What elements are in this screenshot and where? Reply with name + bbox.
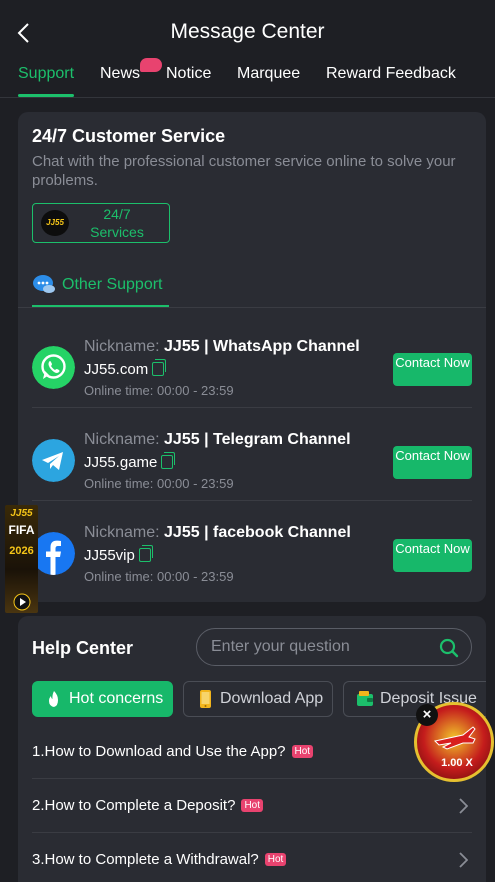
banner-logo-text: JJ55 xyxy=(10,508,33,519)
contact-account: JJ55.com xyxy=(84,359,167,378)
contact-now-button[interactable]: Contact Now xyxy=(393,446,472,479)
faq-question: 2.How to Complete a Deposit? Hot xyxy=(32,797,263,814)
faq-question: 3.How to Complete a Withdrawal? Hot xyxy=(32,851,287,868)
multiplier-text: 1.00 X xyxy=(441,757,473,769)
help-center-title: Help Center xyxy=(32,638,134,658)
play-icon xyxy=(13,593,31,611)
services-button-label: 24/7 Services xyxy=(90,206,144,240)
banner-fifa-text: FIFA xyxy=(8,523,35,537)
contact-now-button[interactable]: Contact Now xyxy=(393,353,472,386)
chip-download-app[interactable]: Download App xyxy=(183,681,333,717)
search-icon[interactable] xyxy=(439,638,459,658)
help-search xyxy=(196,628,472,666)
hot-badge: Hot xyxy=(241,799,263,812)
contact-nickname: Nickname: JJ55 | Telegram Channel xyxy=(84,431,351,448)
faq-item[interactable]: 2.How to Complete a Deposit? Hot xyxy=(32,779,472,833)
jj55-logo: JJ55 xyxy=(41,210,69,236)
copy-icon[interactable] xyxy=(161,452,176,469)
divider xyxy=(18,307,486,308)
facebook-icon xyxy=(32,532,75,575)
tab-bar: Support News Notice Marquee Reward Feedb… xyxy=(0,60,495,98)
header: Message Center xyxy=(0,0,495,64)
search-input[interactable] xyxy=(211,637,431,657)
contact-nickname: Nickname: JJ55 | WhatsApp Channel xyxy=(84,338,360,355)
online-time: Online time: 00:00 - 23:59 xyxy=(84,383,234,398)
copy-icon[interactable] xyxy=(152,359,167,376)
banner-year-text: 2026 xyxy=(9,545,34,557)
news-notification-badge xyxy=(140,58,162,72)
fifa-promo-banner[interactable]: JJ55 FIFA 2026 xyxy=(5,505,38,613)
faq-question: 1.How to Download and Use the App? Hot xyxy=(32,743,314,760)
chip-hot-concerns[interactable]: Hot concerns xyxy=(32,681,173,717)
tab-support[interactable]: Support xyxy=(18,65,74,83)
online-time: Online time: 00:00 - 23:59 xyxy=(84,569,234,584)
services-247-button[interactable]: JJ55 24/7 Services xyxy=(32,203,170,243)
chevron-right-icon xyxy=(459,798,468,814)
tab-marquee[interactable]: Marquee xyxy=(237,65,300,83)
contact-row-whatsapp: Nickname: JJ55 | WhatsApp Channel JJ55.c… xyxy=(32,316,472,408)
copy-icon[interactable] xyxy=(138,545,153,562)
tab-news[interactable]: News xyxy=(100,65,140,83)
chevron-right-icon xyxy=(459,852,468,868)
contact-row-telegram: Nickname: JJ55 | Telegram Channel JJ55.g… xyxy=(32,409,472,501)
telegram-icon xyxy=(32,439,75,482)
divider xyxy=(32,500,472,501)
hot-badge: Hot xyxy=(291,745,314,758)
chip-label: Download App xyxy=(220,690,324,707)
flame-icon xyxy=(49,691,58,707)
customer-service-description: Chat with the professional customer serv… xyxy=(32,153,456,189)
customer-service-title: 24/7 Customer Service xyxy=(32,126,226,146)
active-tab-indicator xyxy=(18,94,74,97)
page-title: Message Center xyxy=(170,20,325,43)
contact-account: JJ55.game xyxy=(84,452,176,471)
faq-item[interactable]: 1.How to Download and Use the App? Hot xyxy=(32,725,472,779)
close-icon[interactable]: × xyxy=(416,704,438,726)
contact-now-button[interactable]: Contact Now xyxy=(393,539,472,572)
contact-account: JJ55vip xyxy=(84,545,153,564)
hot-badge: Hot xyxy=(264,853,287,866)
chip-label: Hot concerns xyxy=(69,690,164,707)
floating-game-widget[interactable]: 1.00 X × xyxy=(414,702,494,782)
tab-notice[interactable]: Notice xyxy=(166,65,211,83)
airplane-icon xyxy=(433,726,476,750)
contact-nickname: Nickname: JJ55 | facebook Channel xyxy=(84,524,351,541)
phone-icon xyxy=(200,690,211,708)
divider xyxy=(32,407,472,408)
wallet-icon xyxy=(357,691,373,706)
contact-row-facebook: Nickname: JJ55 | facebook Channel JJ55vi… xyxy=(32,502,472,594)
other-support-label: Other Support xyxy=(62,276,163,293)
customer-service-card: 24/7 Customer Service Chat with the prof… xyxy=(18,112,486,602)
faq-item[interactable]: 3.How to Complete a Withdrawal? Hot xyxy=(32,833,472,882)
tab-reward-feedback[interactable]: Reward Feedback xyxy=(326,65,456,83)
whatsapp-icon xyxy=(32,346,75,389)
online-time: Online time: 00:00 - 23:59 xyxy=(84,476,234,491)
chat-bubble-icon xyxy=(33,275,55,293)
